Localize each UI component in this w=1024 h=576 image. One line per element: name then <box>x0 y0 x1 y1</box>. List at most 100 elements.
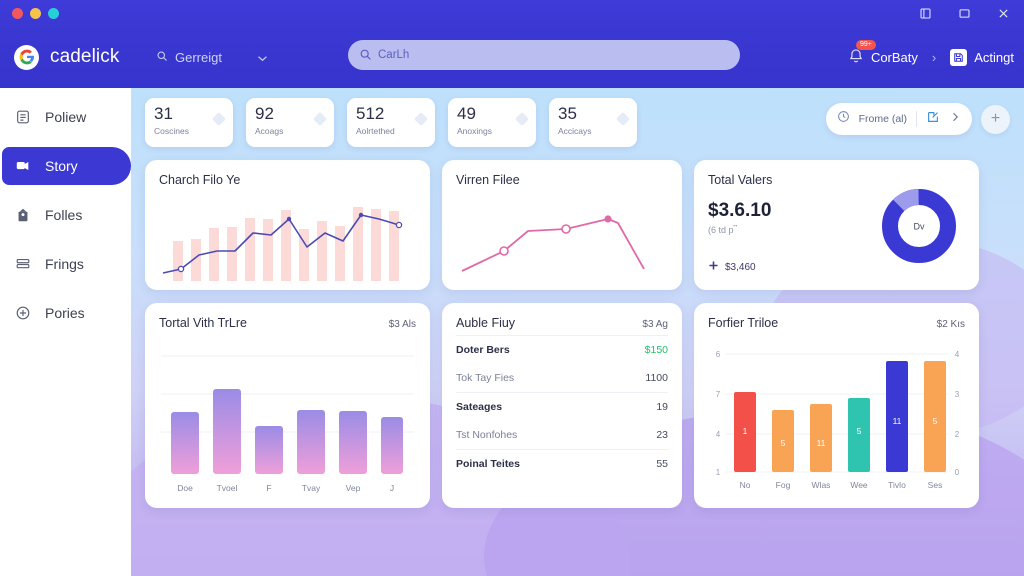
sidebar-item-label: Poliew <box>45 109 87 125</box>
clock-icon <box>837 110 850 128</box>
list-item-value: $150 <box>644 344 668 356</box>
list-item[interactable]: Poinal Teites 55 <box>456 449 668 478</box>
sidebar-item-frings[interactable]: Frings <box>0 245 131 283</box>
svg-text:Tvay: Tvay <box>302 483 321 493</box>
svg-text:Doe: Doe <box>177 483 193 493</box>
list-item-value: 1100 <box>645 372 668 384</box>
card-value: $2 Kıs <box>936 319 965 330</box>
stat-card[interactable]: 35 Accicays <box>549 98 637 147</box>
stat-card[interactable]: 31 Coscines <box>145 98 233 147</box>
svg-text:5: 5 <box>857 426 862 436</box>
sidebar-item-pories[interactable]: Pories <box>0 294 131 332</box>
svg-text:5: 5 <box>781 438 786 448</box>
dashboard-canvas: 31 Coscines 92 Acoags 512 Aolrtethed 49 … <box>131 88 1024 576</box>
chevron-right-icon[interactable] <box>949 110 961 128</box>
search-icon <box>156 50 168 65</box>
frame-label: Frome (al) <box>858 113 907 125</box>
svg-text:Tivlo: Tivlo <box>888 480 906 490</box>
stat-label: Coscines <box>154 126 189 136</box>
summary-rows: Doter Bers $150 Tok Tay Fies 1100 Sateag… <box>456 335 668 478</box>
line-chart-card: Virren Filee <box>442 160 682 290</box>
card-title: Forfier Triloe <box>708 316 779 330</box>
stat-card[interactable]: 92 Acoags <box>246 98 334 147</box>
list-item[interactable]: Tok Tay Fies 1100 <box>456 364 668 392</box>
area-chart-card: Charch Filo Ye <box>145 160 430 290</box>
list-item-value: 55 <box>656 458 668 470</box>
frame-pill[interactable]: Frome (al) <box>825 103 972 135</box>
list-item-value: 19 <box>656 401 668 413</box>
card-title: Charch Filo Ye <box>159 173 241 187</box>
stat-card[interactable]: 49 Anoxings <box>448 98 536 147</box>
card-title: Total Valers <box>708 173 773 187</box>
sidebar-item-label: Story <box>45 158 78 174</box>
toolbar-separator <box>916 111 917 127</box>
minimize-traffic-light[interactable] <box>30 7 41 19</box>
sidebar-item-label: Pories <box>45 305 85 321</box>
sidebar-item-story[interactable]: Story <box>0 147 131 185</box>
card-title: Tortal Vith TrLre <box>159 316 248 330</box>
search-container <box>348 40 740 70</box>
svg-text:4: 4 <box>955 350 960 359</box>
svg-text:4: 4 <box>716 430 721 439</box>
export-icon[interactable] <box>926 110 940 129</box>
bar-chart-svg: Doe Tvoel F Tvay Vep J <box>161 355 414 493</box>
search-input[interactable] <box>348 40 740 70</box>
multi-bar-chart-svg: 6 7 4 1 4 3 2 0 1 5 11 5 11 5 No Fog Wla… <box>716 350 960 490</box>
card-title: Auble Fiuy <box>456 316 516 330</box>
sidebar-item-label: Folles <box>45 207 83 223</box>
sidebar-item-folles[interactable]: Folles <box>0 196 131 234</box>
card-header: Auble Fiuy $3 Ag <box>456 316 668 330</box>
save-icon <box>950 48 968 66</box>
maximize-traffic-light[interactable] <box>48 7 59 19</box>
svg-text:2: 2 <box>955 430 960 439</box>
svg-text:11: 11 <box>893 416 902 426</box>
notifications-button[interactable]: 99+ CorBaty <box>848 39 918 67</box>
header-nav-dropdown[interactable]: Gerreigt <box>156 50 268 65</box>
plus-icon <box>708 260 719 274</box>
list-item[interactable]: Doter Bers $150 <box>456 335 668 364</box>
google-g-icon <box>14 44 39 70</box>
sidebar-item-poliew[interactable]: Poliew <box>0 98 131 136</box>
account-label: Actingt <box>974 49 1014 65</box>
list-item[interactable]: Tst Nonfohes 23 <box>456 421 668 449</box>
chevron-down-icon[interactable] <box>257 50 268 65</box>
bar-chart-card: Tortal Vith TrLre $3 Als Doe Tvoel F Tva… <box>145 303 430 508</box>
stat-card-row: 31 Coscines 92 Acoags 512 Aolrtethed 49 … <box>145 98 1010 147</box>
window-controls <box>919 7 1010 20</box>
add-button[interactable]: + <box>981 104 1010 134</box>
close-traffic-light[interactable] <box>12 7 23 19</box>
card-header: Forfier Triloe $2 Kıs <box>708 316 965 330</box>
stat-label: Acoags <box>255 126 284 136</box>
svg-text:5: 5 <box>933 416 938 426</box>
list-item-key: Tst Nonfohes <box>456 429 518 441</box>
panel-icon[interactable] <box>919 7 932 20</box>
svg-text:Wee: Wee <box>850 480 868 490</box>
sidebar-item-label: Frings <box>45 256 84 272</box>
stat-card[interactable]: 512 Aolrtethed <box>347 98 435 147</box>
canvas-toolbar: Frome (al) + <box>825 103 1010 135</box>
stat-label: Accicays <box>558 126 592 136</box>
notifications-label: CorBaty <box>870 49 918 65</box>
brand[interactable]: cadelick <box>14 44 130 70</box>
svg-text:1: 1 <box>716 468 721 477</box>
line-chart-svg <box>461 215 645 272</box>
brand-name: cadelick <box>50 46 120 67</box>
dashboard-content: 31 Coscines 92 Acoags 512 Aolrtethed 49 … <box>131 88 1024 508</box>
notification-badge: 99+ <box>855 39 876 50</box>
card-value: $3 Ag <box>642 319 668 330</box>
list-item-value: 23 <box>656 429 668 441</box>
svg-text:Vep: Vep <box>346 483 361 493</box>
svg-text:1: 1 <box>743 426 748 436</box>
list-item-key: Tok Tay Fies <box>456 372 515 384</box>
maximize-icon[interactable] <box>958 7 971 20</box>
list-item-key: Poinal Teites <box>456 458 520 470</box>
total-value-card: Total Valers $3.6.10 (6 td p⎴ $3,460 Dv <box>694 160 979 290</box>
svg-text:Tvoel: Tvoel <box>217 483 238 493</box>
svg-text:3: 3 <box>955 390 960 399</box>
list-item[interactable]: Sateages 19 <box>456 392 668 421</box>
account-button[interactable]: Actingt <box>950 48 1014 66</box>
list-icon <box>14 255 32 273</box>
stat-label: Anoxings <box>457 126 492 136</box>
close-icon[interactable] <box>997 7 1010 20</box>
bell-icon <box>848 48 864 67</box>
